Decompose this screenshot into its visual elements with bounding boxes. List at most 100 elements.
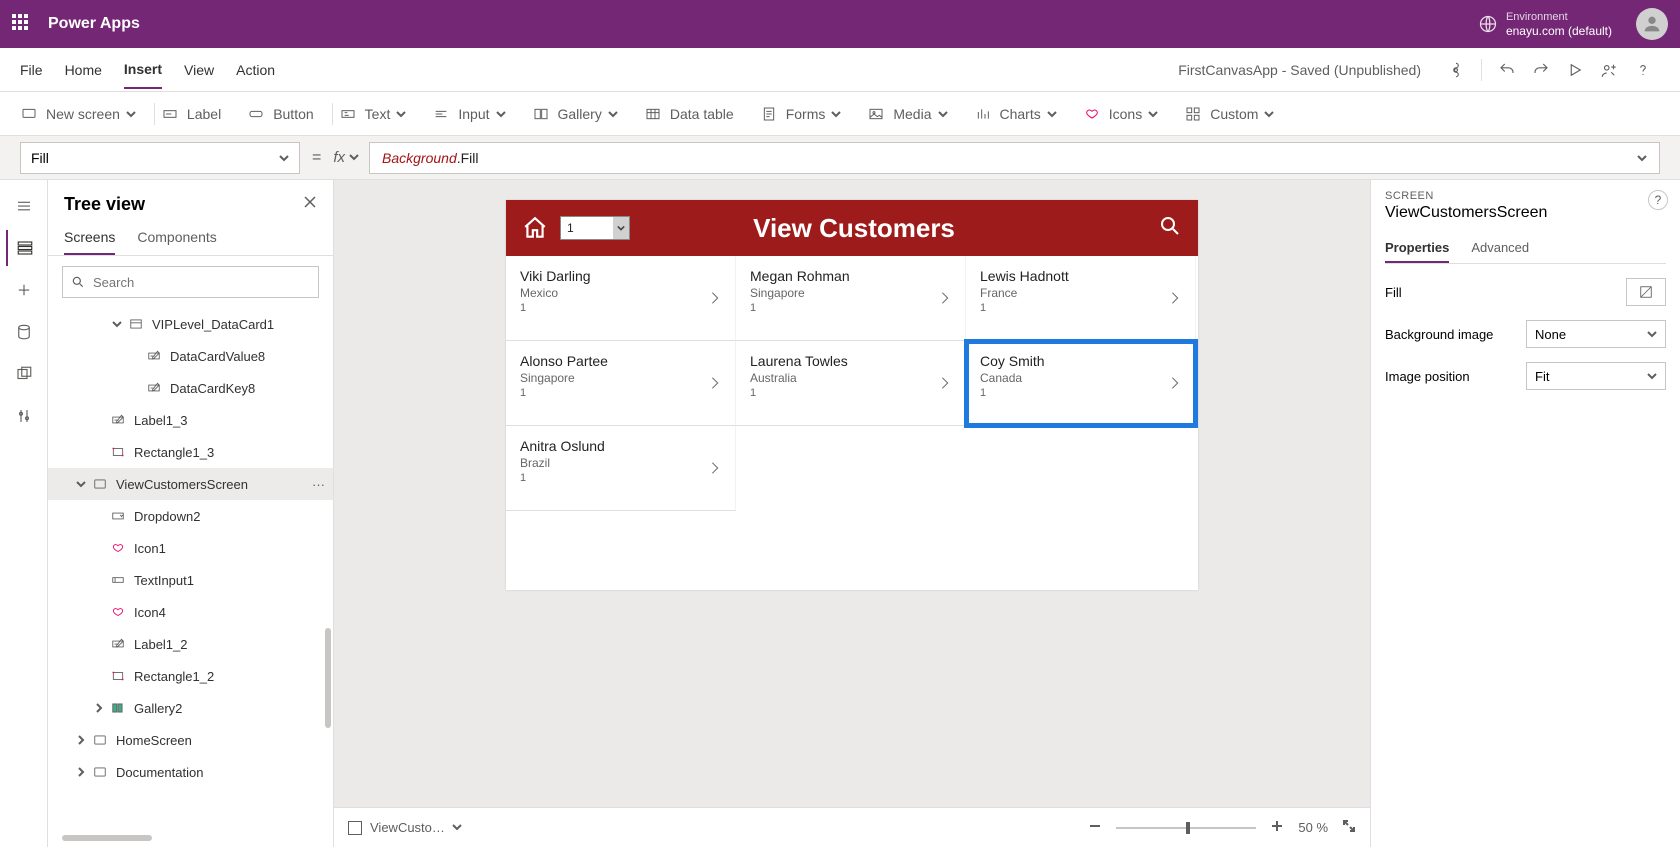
tree-node[interactable]: Dropdown2 <box>48 500 333 532</box>
prop-imgpos-value[interactable]: Fit <box>1526 362 1666 390</box>
tree-node[interactable]: TextInput1 <box>48 564 333 596</box>
zoom-in-icon[interactable] <box>1270 819 1284 836</box>
gallery-item[interactable]: Anitra OslundBrazil1 <box>506 426 736 511</box>
gallery-item[interactable]: Megan RohmanSingapore1 <box>736 256 966 341</box>
tree-node[interactable]: HomeScreen <box>48 724 333 756</box>
menu-action[interactable]: Action <box>236 52 275 88</box>
chevron-down-icon[interactable] <box>1637 150 1647 166</box>
tree-node[interactable]: Gallery2 <box>48 692 333 724</box>
screen-icon <box>92 476 108 492</box>
zoom-control: 50 % <box>1088 819 1356 836</box>
menu-file[interactable]: File <box>20 52 43 88</box>
tree-node[interactable]: ViewCustomersScreen··· <box>48 468 333 500</box>
ribbon-button[interactable]: Button <box>247 105 313 123</box>
customer-country: Singapore <box>750 286 951 300</box>
ribbon-forms[interactable]: Forms <box>760 105 842 123</box>
customer-country: France <box>980 286 1181 300</box>
ribbon-datatable[interactable]: Data table <box>644 105 734 123</box>
tree-node[interactable]: Icon1 <box>48 532 333 564</box>
ribbon-input[interactable]: Input <box>432 105 505 123</box>
environment-picker[interactable]: Environment enayu.com (default) <box>1478 10 1612 38</box>
ribbon-label[interactable]: Label <box>161 105 221 123</box>
tree-node[interactable]: Rectangle1_2 <box>48 660 333 692</box>
tab-screens[interactable]: Screens <box>64 221 115 255</box>
help-icon[interactable] <box>1626 53 1660 87</box>
rail-hamburger-icon[interactable] <box>6 188 42 224</box>
waffle-icon[interactable] <box>12 14 32 34</box>
tree-node-label: Dropdown2 <box>134 509 201 524</box>
tab-advanced[interactable]: Advanced <box>1471 234 1529 263</box>
rail-tools-icon[interactable] <box>6 398 42 434</box>
tree-node[interactable]: Icon4 <box>48 596 333 628</box>
chevron-right-icon[interactable] <box>937 290 953 311</box>
chevron-right-icon[interactable] <box>707 460 723 481</box>
ribbon-icons[interactable]: Icons <box>1083 105 1158 123</box>
tab-properties[interactable]: Properties <box>1385 234 1449 263</box>
ribbon-media[interactable]: Media <box>867 105 947 123</box>
zoom-out-icon[interactable] <box>1088 819 1102 836</box>
prop-bgimage-value[interactable]: None <box>1526 320 1666 348</box>
environment-value: enayu.com (default) <box>1506 24 1612 38</box>
gallery-item[interactable]: Viki DarlingMexico1 <box>506 256 736 341</box>
customer-name: Alonso Partee <box>520 353 721 369</box>
tree-search[interactable] <box>62 266 319 298</box>
ribbon-new-screen[interactable]: New screen <box>20 105 136 123</box>
prop-fill-value[interactable] <box>1626 278 1666 306</box>
tree-node[interactable]: DataCardValue8 <box>48 340 333 372</box>
search-input[interactable] <box>93 275 310 290</box>
menu-insert[interactable]: Insert <box>124 51 162 89</box>
gallery-item[interactable]: Alonso ParteeSingapore1 <box>506 341 736 426</box>
customer-value: 1 <box>750 387 951 399</box>
customer-value: 1 <box>520 472 721 484</box>
button-icon <box>247 105 265 123</box>
tab-components[interactable]: Components <box>137 221 216 255</box>
home-icon[interactable] <box>522 215 548 241</box>
tree-node[interactable]: DataCardKey8 <box>48 372 333 404</box>
ribbon-charts[interactable]: Charts <box>974 105 1057 123</box>
play-icon[interactable] <box>1558 53 1592 87</box>
chevron-down-icon <box>1264 106 1274 122</box>
undo-icon[interactable] <box>1490 53 1524 87</box>
breadcrumb[interactable]: ViewCusto… <box>348 820 462 835</box>
menu-home[interactable]: Home <box>65 52 102 88</box>
more-icon[interactable]: ··· <box>312 477 325 492</box>
tree-node[interactable]: VIPLevel_DataCard1 <box>48 308 333 340</box>
fit-icon[interactable] <box>1342 819 1356 836</box>
chevron-right-icon[interactable] <box>937 375 953 396</box>
ribbon-text[interactable]: Text <box>339 105 407 123</box>
chevron-right-icon[interactable] <box>707 290 723 311</box>
gallery-item[interactable]: Laurena TowlesAustralia1 <box>736 341 966 426</box>
tree-node[interactable]: Label1_2 <box>48 628 333 660</box>
search-icon[interactable] <box>1158 214 1182 243</box>
scrollbar-thumb[interactable] <box>325 628 331 728</box>
property-selector[interactable]: Fill <box>20 142 300 174</box>
chevron-right-icon[interactable] <box>1167 375 1183 396</box>
redo-icon[interactable] <box>1524 53 1558 87</box>
help-icon[interactable]: ? <box>1648 190 1668 210</box>
fx-button[interactable]: fx <box>333 149 359 167</box>
close-icon[interactable] <box>303 195 317 214</box>
rail-data-icon[interactable] <box>6 314 42 350</box>
app-checker-icon[interactable] <box>1439 53 1473 87</box>
gallery-item[interactable]: Coy SmithCanada1 <box>966 341 1196 426</box>
avatar[interactable] <box>1636 8 1668 40</box>
chevron-down-icon <box>1647 329 1657 339</box>
rail-media-icon[interactable] <box>6 356 42 392</box>
zoom-slider[interactable] <box>1116 827 1256 829</box>
tree-node[interactable]: Rectangle1_3 <box>48 436 333 468</box>
rail-tree-icon[interactable] <box>6 230 42 266</box>
rail-add-icon[interactable] <box>6 272 42 308</box>
tree-node[interactable]: Documentation <box>48 756 333 788</box>
gallery-item[interactable]: Lewis HadnottFrance1 <box>966 256 1196 341</box>
tree-node[interactable]: Label1_3 <box>48 404 333 436</box>
ribbon-custom[interactable]: Custom <box>1184 105 1274 123</box>
menu-view[interactable]: View <box>184 52 214 88</box>
media-icon <box>867 105 885 123</box>
chevron-right-icon[interactable] <box>707 375 723 396</box>
app-preview[interactable]: 1 View Customers Viki DarlingMexico1Mega… <box>506 200 1198 590</box>
tree-horizontal-scrollbar[interactable] <box>62 835 319 843</box>
ribbon-gallery[interactable]: Gallery <box>532 105 618 123</box>
chevron-right-icon[interactable] <box>1167 290 1183 311</box>
formula-input[interactable]: Background.Fill <box>369 142 1660 174</box>
share-icon[interactable] <box>1592 53 1626 87</box>
